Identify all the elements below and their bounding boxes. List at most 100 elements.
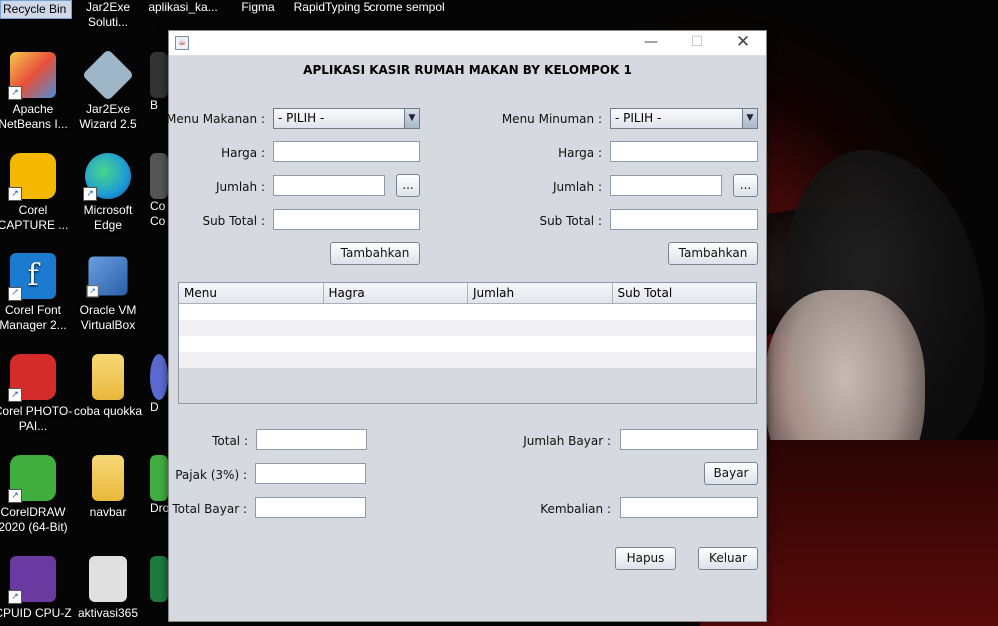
app-title: APLIKASI KASIR RUMAH MAKAN BY KELOMPOK 1 bbox=[303, 63, 632, 77]
corel-font-icon: f ↗ bbox=[8, 253, 56, 301]
app-icon bbox=[150, 153, 168, 199]
desktop-icon-label: aktivasi365 bbox=[77, 606, 139, 620]
cpuz-icon: ↗ bbox=[8, 556, 56, 604]
desktop-icon-recycle-bin[interactable]: Recycle Bin bbox=[0, 0, 72, 19]
menu-makanan-value: - PILIH - bbox=[278, 111, 325, 125]
pajak-field[interactable] bbox=[255, 463, 366, 484]
harga-makanan-label: Harga : bbox=[221, 146, 265, 160]
desktop-icon-aplikasi[interactable]: aplikasi_ka... bbox=[143, 0, 223, 15]
maximize-button[interactable]: ☐ bbox=[674, 31, 720, 55]
total-label: Total : bbox=[212, 434, 248, 448]
desktop-icon-label: Corel Font Manager 2... bbox=[0, 303, 67, 332]
desktop-icon-partial-3[interactable]: D bbox=[150, 354, 170, 415]
order-table[interactable]: Menu Hagra Jumlah Sub Total bbox=[178, 282, 757, 404]
menu-makanan-combo[interactable]: - PILIH - ▼ bbox=[273, 108, 420, 129]
desktop-icon-edge[interactable]: ↗ Microsoft Edge bbox=[68, 153, 148, 233]
desktop-icon-rapidtyping[interactable]: RapidTyping 5 bbox=[293, 0, 371, 15]
desktop-icon-label: Co Co bbox=[150, 199, 166, 228]
total-field[interactable] bbox=[256, 429, 367, 450]
jumlah-minuman-label: Jumlah : bbox=[553, 180, 602, 194]
pajak-label: Pajak (3%) : bbox=[175, 468, 247, 482]
window-titlebar[interactable]: ☕ — ☐ ✕ bbox=[169, 31, 766, 56]
desktop-icon-partial-2[interactable]: Co Co bbox=[150, 153, 170, 229]
desktop-icon-corel-photo[interactable]: ↗ Corel PHOTO-PAI... bbox=[0, 354, 73, 434]
desktop-icon-partial-1[interactable]: B bbox=[150, 52, 170, 113]
table-row[interactable] bbox=[179, 352, 756, 368]
desktop-icon-corel-capture[interactable]: ↗ Corel CAPTURE ... bbox=[0, 153, 73, 233]
chevron-down-icon[interactable]: ▼ bbox=[742, 109, 757, 128]
table-row[interactable] bbox=[179, 304, 756, 320]
tambahkan-makanan-button[interactable]: Tambahkan bbox=[330, 242, 420, 265]
bayar-button[interactable]: Bayar bbox=[704, 462, 758, 485]
minimize-button[interactable]: — bbox=[628, 31, 674, 55]
kembalian-field[interactable] bbox=[620, 497, 758, 518]
chevron-down-icon[interactable]: ▼ bbox=[404, 109, 419, 128]
subtotal-makanan-field[interactable] bbox=[273, 209, 420, 230]
kembalian-label: Kembalian : bbox=[540, 502, 611, 516]
desktop-icon-label: Microsoft Edge bbox=[83, 203, 133, 232]
subtotal-makanan-label: Sub Total : bbox=[202, 214, 265, 228]
subtotal-minuman-field[interactable] bbox=[610, 209, 758, 230]
desktop-icon-jar2exe-solution[interactable]: Jar2Exe Soluti... bbox=[68, 0, 148, 30]
column-header-subtotal[interactable]: Sub Total bbox=[613, 283, 757, 303]
desktop-icon-label: B bbox=[150, 98, 159, 112]
menu-minuman-label: Menu Minuman : bbox=[501, 112, 602, 126]
tambahkan-minuman-button[interactable]: Tambahkan bbox=[668, 242, 758, 265]
desktop-icon-figma[interactable]: Figma bbox=[218, 0, 298, 15]
desktop-icon-crome-sempol[interactable]: crome sempol bbox=[368, 0, 446, 15]
harga-makanan-field[interactable] bbox=[273, 141, 420, 162]
corel-photo-icon: ↗ bbox=[8, 354, 56, 402]
menu-minuman-value: - PILIH - bbox=[615, 111, 662, 125]
excel-icon bbox=[150, 556, 168, 602]
jar2exe-icon bbox=[81, 48, 135, 102]
settings-file-icon bbox=[89, 556, 127, 602]
desktop-icon-virtualbox[interactable]: ↗ Oracle VM VirtualBox bbox=[68, 253, 148, 333]
coreldraw-icon: ↗ bbox=[8, 455, 56, 503]
column-header-menu[interactable]: Menu bbox=[179, 283, 324, 303]
harga-minuman-field[interactable] bbox=[610, 141, 758, 162]
desktop-icon-jar2exe-wizard[interactable]: Jar2Exe Wizard 2.5 bbox=[68, 48, 148, 132]
desktop-icon-label: navbar bbox=[89, 505, 127, 519]
desktop-icon-label: Jar2Exe Wizard 2.5 bbox=[79, 102, 137, 131]
desktop-icon-label: CPUID CPU-Z bbox=[0, 606, 72, 620]
folder-icon bbox=[92, 354, 124, 400]
desktop-icon-cpuz[interactable]: ↗ CPUID CPU-Z bbox=[0, 556, 73, 621]
desktop-icon-coba-quokka[interactable]: coba quokka bbox=[68, 354, 148, 419]
app-icon bbox=[150, 52, 168, 98]
desktop-icon-navbar[interactable]: navbar bbox=[68, 455, 148, 520]
jumlah-makanan-label: Jumlah : bbox=[216, 180, 265, 194]
app-icon bbox=[150, 354, 168, 400]
desktop-icon-aktivasi365[interactable]: aktivasi365 bbox=[68, 556, 148, 621]
desktop-icon-label: Apache NetBeans I... bbox=[0, 102, 68, 131]
table-row[interactable] bbox=[179, 336, 756, 352]
total-bayar-field[interactable] bbox=[255, 497, 366, 518]
keluar-button[interactable]: Keluar bbox=[698, 547, 758, 570]
desktop-icon-label: D bbox=[150, 400, 159, 414]
desktop-icon-label: Corel CAPTURE ... bbox=[0, 203, 69, 232]
virtualbox-icon: ↗ bbox=[86, 256, 128, 298]
desktop-icon-label: Corel PHOTO-PAI... bbox=[0, 404, 73, 433]
jumlah-bayar-field[interactable] bbox=[620, 429, 758, 450]
jumlah-makanan-field[interactable] bbox=[273, 175, 385, 196]
table-row[interactable] bbox=[179, 320, 756, 336]
close-button[interactable]: ✕ bbox=[720, 31, 766, 55]
jumlah-makanan-dots-button[interactable]: ... bbox=[396, 174, 420, 197]
desktop-icon-partial-5[interactable] bbox=[150, 556, 170, 602]
desktop-icon-partial-4[interactable]: Dro bbox=[150, 455, 170, 516]
desktop-icon-netbeans[interactable]: ↗ Apache NetBeans I... bbox=[0, 52, 73, 132]
hapus-button[interactable]: Hapus bbox=[615, 547, 676, 570]
folder-icon bbox=[92, 455, 124, 501]
column-header-jumlah[interactable]: Jumlah bbox=[468, 283, 613, 303]
menu-minuman-combo[interactable]: - PILIH - ▼ bbox=[610, 108, 758, 129]
desktop-icon-coreldraw[interactable]: ↗ CorelDRAW 2020 (64-Bit) bbox=[0, 455, 73, 535]
netbeans-icon: ↗ bbox=[8, 52, 56, 100]
jumlah-minuman-field[interactable] bbox=[610, 175, 722, 196]
app-icon bbox=[150, 455, 168, 501]
jumlah-minuman-dots-button[interactable]: ... bbox=[733, 174, 758, 197]
corel-capture-icon: ↗ bbox=[8, 153, 56, 201]
column-header-hagra[interactable]: Hagra bbox=[324, 283, 468, 303]
harga-minuman-label: Harga : bbox=[558, 146, 602, 160]
desktop-icon-corel-font[interactable]: f ↗ Corel Font Manager 2... bbox=[0, 253, 73, 333]
subtotal-minuman-label: Sub Total : bbox=[539, 214, 602, 228]
jumlah-bayar-label: Jumlah Bayar : bbox=[523, 434, 611, 448]
